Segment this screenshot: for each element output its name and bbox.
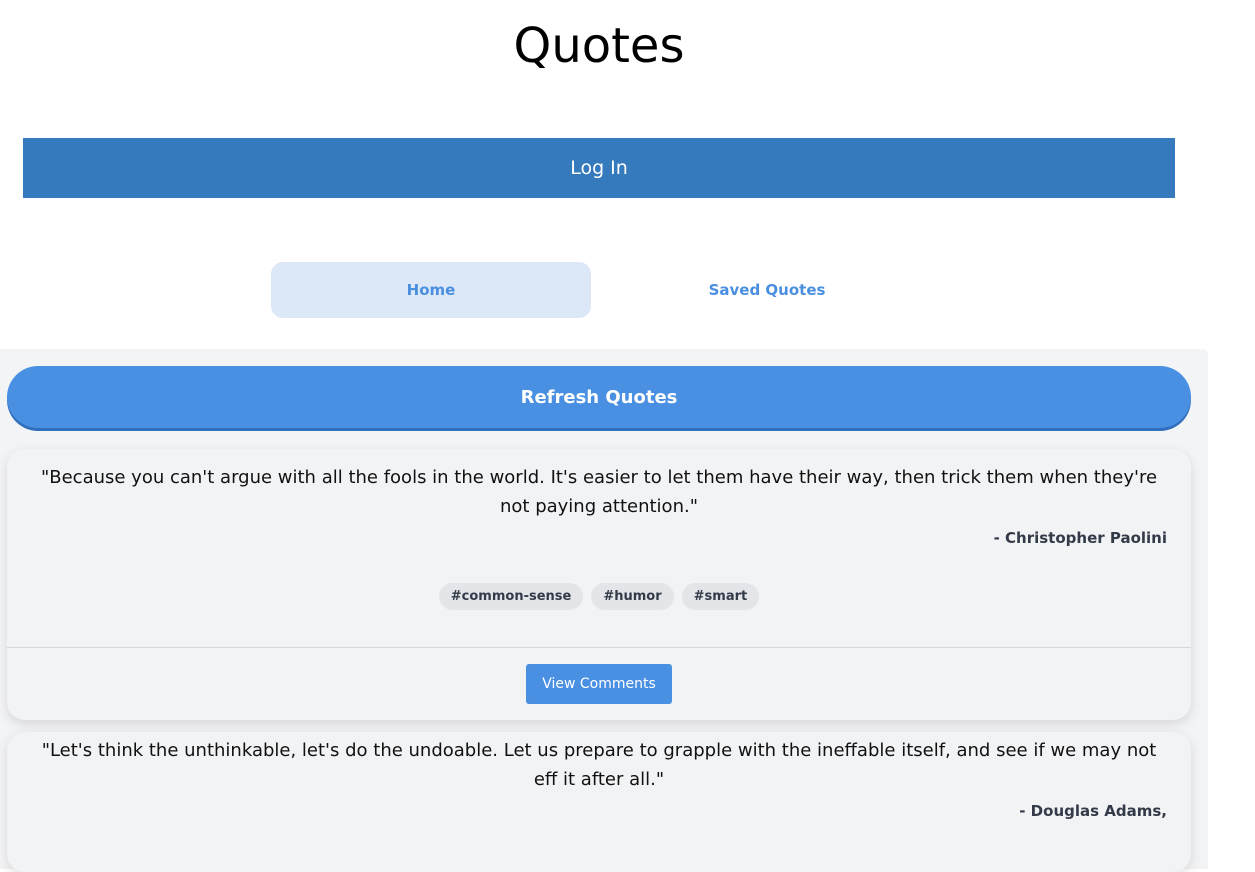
view-comments-button[interactable]: View Comments: [526, 664, 672, 704]
quote-author: - Douglas Adams,: [1019, 802, 1167, 820]
tag-humor[interactable]: #humor: [591, 583, 674, 610]
tag-smart[interactable]: #smart: [681, 583, 760, 610]
login-button[interactable]: Log In: [23, 138, 1175, 198]
quote-text: "Let's think the unthinkable, let's do t…: [41, 740, 1157, 790]
card-divider: [7, 647, 1191, 648]
tag-list: #common-sense #humor #smart: [7, 583, 1191, 610]
quote-author: - Christopher Paolini: [993, 529, 1167, 547]
page-title: Quotes: [513, 18, 685, 74]
tab-home[interactable]: Home: [271, 262, 591, 318]
quote-card: "Because you can't argue with all the fo…: [7, 449, 1191, 720]
quote-card: "Let's think the unthinkable, let's do t…: [7, 732, 1191, 872]
nav-tabs: Home Saved Quotes: [271, 262, 927, 318]
tag-common-sense[interactable]: #common-sense: [438, 583, 584, 610]
quote-text: "Because you can't argue with all the fo…: [40, 467, 1158, 517]
tab-saved-quotes[interactable]: Saved Quotes: [607, 262, 927, 318]
refresh-quotes-button[interactable]: Refresh Quotes: [7, 366, 1191, 428]
